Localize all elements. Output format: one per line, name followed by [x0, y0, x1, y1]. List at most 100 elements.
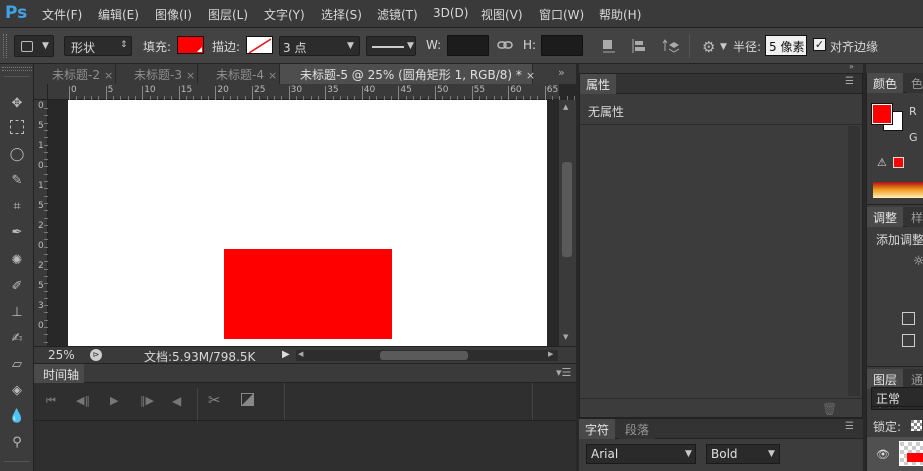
canvas-area[interactable] — [48, 100, 559, 346]
audio-icon[interactable]: ◀ — [172, 394, 181, 408]
eyedropper-icon[interactable]: ✒ — [7, 223, 27, 243]
move-tool-icon[interactable]: ✥ — [7, 94, 27, 114]
status-info-icon[interactable]: ⊳ — [90, 349, 102, 361]
levels-icon[interactable] — [902, 312, 915, 325]
rounded-rectangle-shape[interactable] — [224, 249, 392, 339]
gear-icon[interactable]: ⚙ — [702, 38, 715, 56]
trash-icon[interactable]: 🗑 — [822, 402, 837, 416]
tab-untitled-3[interactable]: 未标题-3 × — [116, 64, 198, 84]
color-spectrum[interactable] — [873, 182, 923, 198]
align-edges-checkbox[interactable]: ✓ — [813, 38, 826, 51]
history-brush-icon[interactable]: ✍ — [7, 329, 27, 349]
tab-overflow-icon[interactable]: » — [558, 66, 565, 79]
height-input[interactable] — [541, 35, 583, 56]
play-icon[interactable]: ▶ — [110, 394, 118, 407]
brush-tool-icon[interactable]: ✐ — [7, 277, 27, 297]
properties-scrollbar[interactable] — [848, 126, 860, 396]
visibility-eye-icon[interactable]: 👁 — [876, 448, 890, 461]
close-icon[interactable]: × — [186, 69, 195, 82]
font-style-select[interactable]: Bold ▼ — [706, 444, 780, 464]
previous-frame-icon[interactable]: ◀‖ — [76, 394, 90, 407]
menu-image[interactable]: 图像(I) — [155, 6, 192, 23]
path-operations-icon[interactable] — [601, 38, 617, 54]
healing-brush-icon[interactable]: ✺ — [7, 251, 27, 271]
menu-filter[interactable]: 滤镜(T) — [377, 6, 418, 23]
scissors-icon[interactable]: ✂ — [208, 391, 221, 409]
path-arrange-icon[interactable] — [661, 37, 679, 55]
adjustments-tab[interactable]: 调整 — [867, 207, 904, 227]
ruler-origin[interactable] — [34, 84, 48, 100]
menu-select[interactable]: 选择(S) — [321, 6, 362, 23]
scrollbar-thumb[interactable] — [562, 162, 572, 257]
marquee-tool-icon[interactable] — [10, 120, 24, 134]
layer-row[interactable]: 👁 — [867, 437, 923, 471]
scroll-left-icon[interactable]: ◀ — [298, 350, 303, 358]
clone-stamp-icon[interactable]: ⊥ — [7, 303, 27, 323]
eraser-tool-icon[interactable]: ▱ — [7, 355, 27, 375]
transition-icon[interactable] — [241, 393, 254, 406]
paint-bucket-icon[interactable]: ◈ — [7, 381, 27, 401]
radius-input[interactable]: 5 像素 — [765, 35, 807, 56]
panel-menu-icon[interactable]: ☰ — [845, 421, 854, 432]
scrollbar-thumb[interactable] — [380, 351, 468, 360]
swatches-tab[interactable]: 色 — [907, 73, 923, 93]
panel-collapse-bar[interactable]: » — [579, 62, 863, 73]
document-canvas[interactable] — [68, 100, 547, 346]
tab-untitled-2[interactable]: 未标题-2 × — [34, 64, 116, 84]
tab-untitled-4[interactable]: 未标题-4 × — [198, 64, 280, 84]
panel-menu-icon[interactable]: ▾☰ — [556, 366, 571, 379]
panel-collapse-bar[interactable] — [866, 64, 923, 73]
scroll-down-icon[interactable]: ▼ — [563, 333, 568, 341]
close-icon[interactable]: × — [526, 69, 535, 82]
path-alignment-icon[interactable] — [631, 38, 647, 54]
dodge-tool-icon[interactable]: ⚲ — [7, 433, 27, 453]
layers-tab[interactable]: 图层 — [867, 369, 904, 389]
menu-type[interactable]: 文字(Y) — [264, 6, 305, 23]
menu-3d[interactable]: 3D(D) — [433, 6, 468, 20]
quick-selection-icon[interactable]: ✎ — [7, 171, 27, 191]
stroke-type-select[interactable]: ▼ — [366, 36, 416, 56]
stroke-size-select[interactable]: 3 点 ▼ — [279, 36, 360, 56]
blur-tool-icon[interactable]: 💧 — [7, 407, 27, 427]
mode-select[interactable]: 形状 ⇕ — [64, 36, 132, 56]
collapse-icon[interactable]: » — [849, 62, 854, 71]
stroke-swatch[interactable] — [246, 36, 273, 54]
menu-edit[interactable]: 编辑(E) — [98, 6, 139, 23]
fill-swatch[interactable] — [177, 36, 204, 54]
close-icon[interactable]: × — [104, 69, 113, 82]
curves-icon[interactable] — [902, 334, 915, 347]
menu-view[interactable]: 视图(V) — [481, 6, 523, 23]
foreground-color-swatch[interactable] — [871, 103, 893, 125]
gamut-swatch[interactable] — [893, 157, 904, 168]
blend-mode-select[interactable]: 正常 — [871, 387, 923, 407]
scroll-up-icon[interactable]: ▲ — [563, 103, 568, 111]
tool-preset-picker[interactable]: ▼ — [14, 35, 54, 57]
crop-tool-icon[interactable]: ⌗ — [7, 197, 27, 217]
go-to-first-frame-icon[interactable]: ⏮ — [46, 394, 56, 408]
character-tab[interactable]: 字符 — [579, 419, 616, 439]
menu-file[interactable]: 文件(F) — [42, 6, 82, 23]
color-tab[interactable]: 颜色 — [867, 73, 904, 93]
panel-menu-icon[interactable]: ☰ — [845, 76, 854, 87]
font-family-select[interactable]: Arial ▼ — [586, 444, 696, 464]
properties-tab[interactable]: 属性 — [580, 74, 617, 94]
horizontal-scrollbar[interactable]: ◀ ▶ — [296, 350, 558, 361]
link-icon[interactable] — [497, 38, 513, 52]
scroll-right-icon[interactable]: ▶ — [548, 350, 553, 358]
paragraph-tab[interactable]: 段落 — [619, 419, 656, 439]
vertical-scrollbar[interactable]: ▲ ▼ — [559, 100, 576, 346]
zoom-level[interactable]: 25% — [48, 348, 75, 362]
status-menu-arrow-icon[interactable]: ▶ — [282, 349, 290, 360]
timeline-tab[interactable]: 时间轴 — [34, 364, 84, 383]
menu-help[interactable]: 帮助(H) — [599, 6, 641, 23]
next-frame-icon[interactable]: ‖▶ — [140, 394, 154, 407]
layer-thumbnail[interactable] — [899, 441, 923, 466]
width-input[interactable] — [447, 35, 489, 56]
lasso-tool-icon[interactable]: ◯ — [7, 145, 27, 165]
warning-icon[interactable]: ⚠ — [877, 156, 887, 169]
menu-window[interactable]: 窗口(W) — [539, 6, 584, 23]
styles-tab[interactable]: 样 — [907, 207, 923, 227]
tab-untitled-5[interactable]: 未标题-5 @ 25% (圆角矩形 1, RGB/8) * × — [280, 64, 535, 84]
menu-layer[interactable]: 图层(L) — [208, 6, 248, 23]
lock-transparency-icon[interactable] — [911, 420, 922, 431]
